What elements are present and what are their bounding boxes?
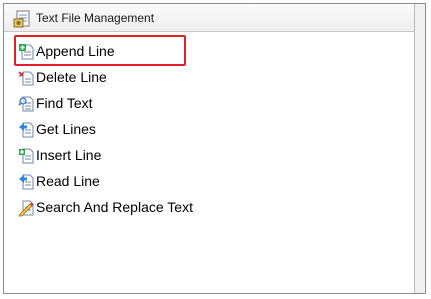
delete-line-icon xyxy=(18,71,34,86)
tree-item-search-and-replace-text[interactable]: Search And Replace Text xyxy=(4,197,404,218)
tree-item-insert-line[interactable]: Insert Line xyxy=(4,145,404,166)
tree-item-label: Get Lines xyxy=(36,121,96,137)
tree-item-label: Search And Replace Text xyxy=(36,199,193,215)
tree-item-label: Append Line xyxy=(36,43,115,59)
tree-item-get-lines[interactable]: Get Lines xyxy=(4,119,404,140)
actions-tree-panel: Text File Management Append Line Delete … xyxy=(4,4,415,293)
tree-item-read-line[interactable]: Read Line xyxy=(4,171,404,192)
get-lines-icon xyxy=(19,122,34,138)
text-file-management-panel: Text File Management Append Line Delete … xyxy=(3,3,426,294)
append-line-icon xyxy=(19,44,34,60)
tree-item-label: Insert Line xyxy=(36,147,102,163)
text-file-management-icon xyxy=(13,10,30,28)
find-text-icon xyxy=(18,96,34,112)
panel-header[interactable]: Text File Management xyxy=(4,4,414,32)
tree-item-delete-line[interactable]: Delete Line xyxy=(4,67,404,88)
tree-item-append-line[interactable]: Append Line xyxy=(4,41,404,62)
right-panel-edge xyxy=(415,4,425,293)
read-line-icon xyxy=(19,174,34,190)
tree-item-label: Find Text xyxy=(36,95,93,111)
insert-line-icon xyxy=(19,148,34,164)
search-and-replace-text-icon xyxy=(18,200,34,217)
panel-title: Text File Management xyxy=(36,11,155,25)
tree-item-label: Read Line xyxy=(36,173,100,189)
tree-item-find-text[interactable]: Find Text xyxy=(4,93,404,114)
tree-item-label: Delete Line xyxy=(36,69,107,85)
